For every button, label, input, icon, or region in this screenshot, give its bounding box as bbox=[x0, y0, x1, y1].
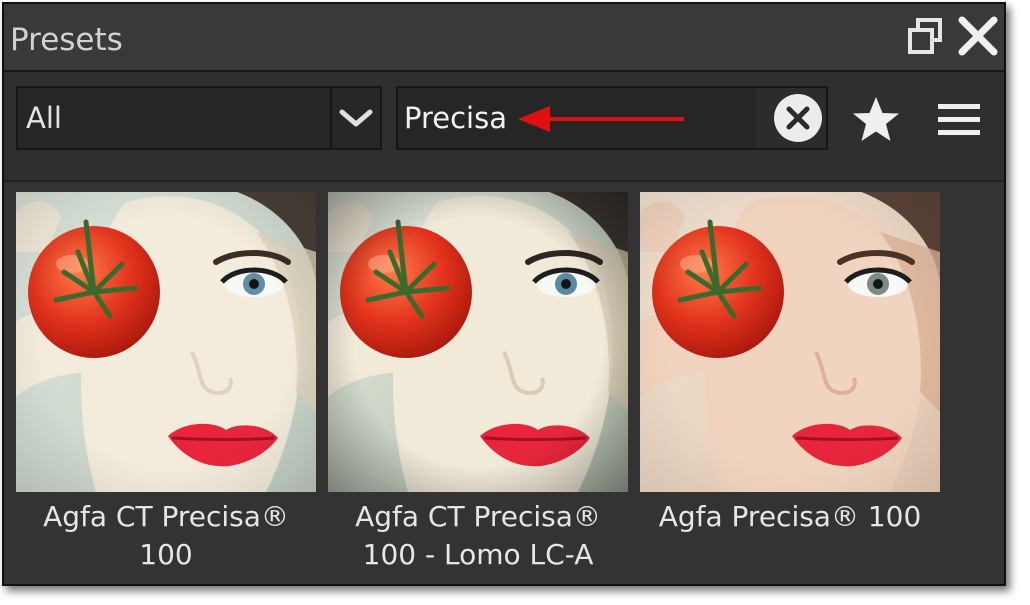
hamburger-menu-icon[interactable] bbox=[936, 98, 982, 146]
star-icon[interactable] bbox=[850, 94, 902, 150]
chevron-down-icon[interactable] bbox=[330, 88, 380, 148]
preset-caption-line1: Agfa Precisa® 100 bbox=[658, 500, 922, 533]
preset-caption: Agfa CT Precisa® 100 - Lomo LC-A bbox=[316, 498, 640, 574]
preset-grid: Agfa CT Precisa® 100 Agfa CT Precisa® 10… bbox=[4, 182, 1004, 584]
portrait-image bbox=[640, 192, 940, 492]
preset-caption-line1: Agfa CT Precisa® bbox=[43, 500, 289, 533]
annotation-arrow bbox=[518, 106, 684, 132]
preset-thumbnail bbox=[328, 192, 628, 492]
preset-caption-line2: 100 bbox=[139, 538, 193, 571]
category-select-value: All bbox=[26, 101, 62, 135]
preset-thumbnail bbox=[16, 192, 316, 492]
presets-panel: Presets All Precisa Agfa CT Precisa® 100… bbox=[2, 2, 1006, 586]
preset-toolbar: All bbox=[4, 72, 1004, 182]
preset-card[interactable]: Agfa Precisa® 100 bbox=[640, 192, 940, 584]
preset-caption: Agfa Precisa® 100 bbox=[628, 498, 952, 536]
panel-title: Presets bbox=[10, 22, 123, 58]
preset-thumbnail bbox=[640, 192, 940, 492]
clear-circle-x-icon[interactable] bbox=[756, 88, 826, 148]
preset-caption: Agfa CT Precisa® 100 bbox=[4, 498, 328, 574]
panel-titlebar: Presets bbox=[4, 4, 1004, 72]
preset-search-box[interactable] bbox=[396, 86, 828, 150]
preset-caption-line2: 100 - Lomo LC-A bbox=[362, 538, 594, 571]
portrait-image bbox=[328, 192, 628, 492]
restore-window-icon[interactable] bbox=[906, 14, 946, 62]
category-select[interactable]: All bbox=[16, 86, 382, 150]
preset-card[interactable]: Agfa CT Precisa® 100 bbox=[16, 192, 316, 584]
portrait-image bbox=[16, 192, 316, 492]
preset-card[interactable]: Agfa CT Precisa® 100 - Lomo LC-A bbox=[328, 192, 628, 584]
close-icon[interactable] bbox=[956, 14, 1000, 62]
preset-caption-line1: Agfa CT Precisa® bbox=[355, 500, 601, 533]
